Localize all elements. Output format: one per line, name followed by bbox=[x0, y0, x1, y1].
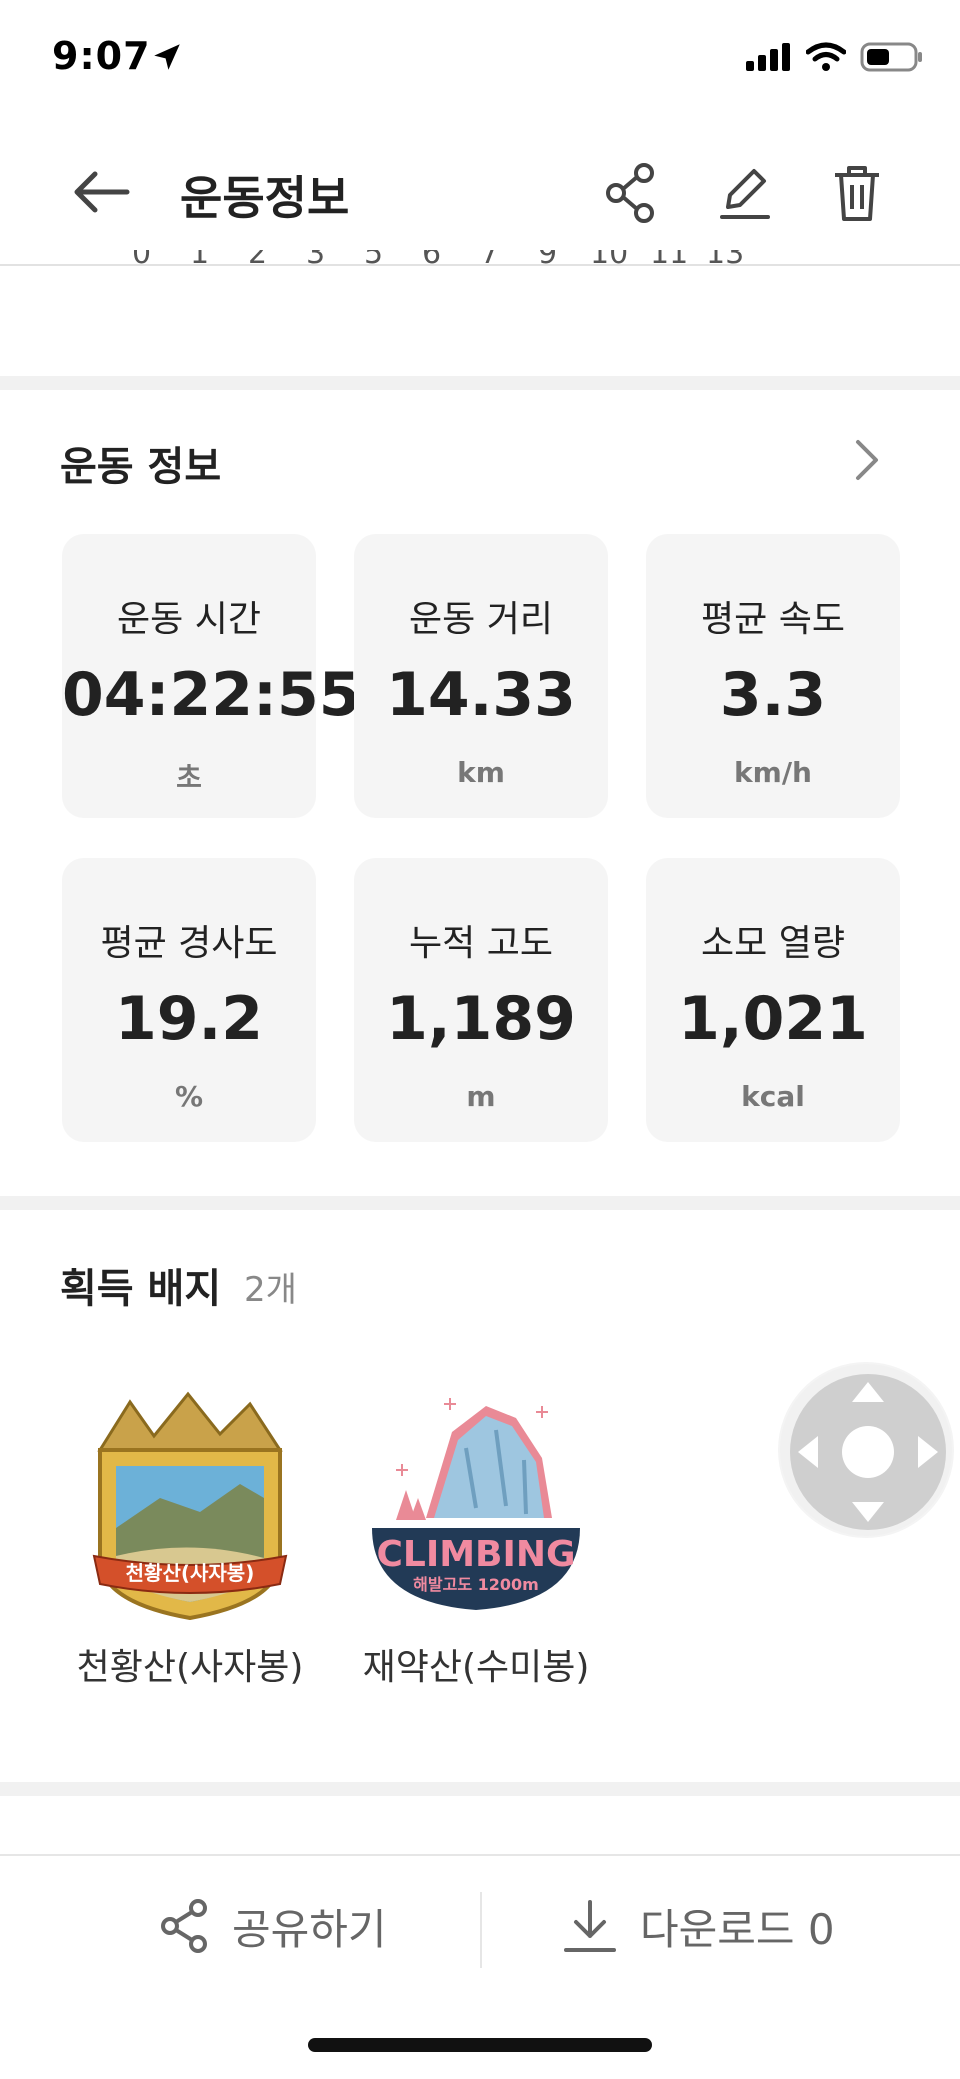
stat-label: 평균 경사도 bbox=[100, 923, 278, 964]
stat-label: 누적 고도 bbox=[409, 923, 553, 964]
badge-name: 재약산(수미봉) bbox=[362, 1647, 590, 1688]
direction-pad[interactable] bbox=[778, 1362, 954, 1538]
download-action-label: 다운로드 0 bbox=[640, 1904, 835, 1954]
stat-unit: kcal bbox=[741, 1080, 805, 1113]
stat-unit: km/h bbox=[734, 756, 812, 789]
stat-card-distance: 운동 거리 14.33 km bbox=[354, 534, 608, 818]
climbing-badge-icon: CLIMBING 해발고도 1200m bbox=[372, 1398, 580, 1610]
axis-tick: 9 bbox=[538, 250, 558, 271]
trash-icon bbox=[835, 166, 879, 221]
download-icon bbox=[564, 1900, 616, 1952]
stat-unit: % bbox=[174, 1080, 204, 1113]
stat-card-avg-speed: 평균 속도 3.3 km/h bbox=[646, 534, 900, 818]
stat-card-exercise-time: 운동 시간 04:22:55 초 bbox=[62, 534, 361, 818]
section-divider bbox=[0, 1782, 960, 1796]
share-icon bbox=[606, 163, 654, 223]
stat-value: 19.2 bbox=[114, 984, 264, 1054]
location-arrow-icon bbox=[154, 44, 180, 70]
share-action-label: 공유하기 bbox=[232, 1904, 387, 1954]
stat-unit: km bbox=[457, 756, 505, 789]
app-header: 운동정보 bbox=[0, 118, 960, 266]
pencil-icon bbox=[720, 169, 770, 219]
edit-button[interactable] bbox=[710, 158, 780, 228]
status-time: 9:07 bbox=[52, 34, 151, 78]
badges-count: 2개 bbox=[244, 1270, 297, 1310]
stat-unit: 초 bbox=[176, 761, 202, 794]
cellular-signal-icon bbox=[746, 43, 790, 71]
back-button[interactable] bbox=[66, 162, 136, 222]
axis-tick: 7 bbox=[480, 250, 500, 271]
stat-value: 3.3 bbox=[719, 660, 827, 730]
stat-card-avg-slope: 평균 경사도 19.2 % bbox=[62, 858, 316, 1142]
status-indicators bbox=[746, 42, 924, 72]
badge-ribbon-text: 천황산(사자봉) bbox=[126, 1561, 255, 1585]
status-bar: 9:07 bbox=[0, 0, 960, 118]
badge-item[interactable]: 천황산(사자봉) 천황산(사자봉) bbox=[60, 1388, 320, 1690]
delete-button[interactable] bbox=[822, 158, 892, 228]
axis-tick: 1 bbox=[190, 250, 210, 271]
badge-item[interactable]: CLIMBING 해발고도 1200m 재약산(수미봉) bbox=[346, 1388, 606, 1690]
stat-value: 1,189 bbox=[386, 984, 576, 1054]
stat-value: 04:22:55 bbox=[62, 660, 361, 730]
stat-value: 14.33 bbox=[386, 660, 576, 730]
share-icon bbox=[161, 1899, 207, 1953]
badge-name: 천황산(사자봉) bbox=[76, 1647, 304, 1688]
stat-card-calories: 소모 열량 1,021 kcal bbox=[646, 858, 900, 1142]
badge-logo-subtext: 해발고도 1200m bbox=[413, 1575, 539, 1594]
badge-logo-text: CLIMBING bbox=[376, 1534, 575, 1575]
page-title: 운동정보 bbox=[180, 171, 350, 225]
arrow-left-icon bbox=[74, 171, 130, 213]
download-action-button[interactable]: 다운로드 0 bbox=[562, 1856, 835, 1996]
section-divider bbox=[0, 376, 960, 390]
stat-unit: m bbox=[466, 1080, 496, 1113]
share-action-button[interactable]: 공유하기 bbox=[160, 1856, 387, 1996]
axis-tick: 2 bbox=[248, 250, 268, 271]
chart-x-axis-ticks: 0 1 2 3 5 6 7 9 10 11 13 bbox=[120, 250, 820, 286]
mountain-badge-icon: 천황산(사자봉) bbox=[92, 1391, 288, 1621]
direction-pad-icon bbox=[790, 1374, 946, 1530]
bottom-action-bar: 공유하기 다운로드 0 bbox=[0, 1854, 960, 1994]
stat-label: 소모 열량 bbox=[701, 923, 845, 964]
battery-icon bbox=[860, 42, 922, 72]
axis-tick: 5 bbox=[364, 250, 384, 271]
stat-label: 평균 속도 bbox=[701, 599, 845, 640]
stat-label: 운동 시간 bbox=[117, 599, 261, 640]
axis-tick: 6 bbox=[422, 250, 442, 271]
axis-tick: 3 bbox=[306, 250, 326, 271]
share-button[interactable] bbox=[596, 158, 666, 228]
exercise-info-title: 운동 정보 bbox=[60, 444, 222, 490]
stat-card-elevation-gain: 누적 고도 1,189 m bbox=[354, 858, 608, 1142]
axis-tick: 0 bbox=[132, 250, 152, 271]
stat-value: 1,021 bbox=[678, 984, 868, 1054]
axis-tick: 10 bbox=[590, 250, 629, 271]
bottom-bar-separator bbox=[480, 1892, 482, 1968]
axis-tick: 11 bbox=[650, 250, 689, 271]
wifi-icon bbox=[806, 42, 846, 71]
home-indicator[interactable] bbox=[308, 2038, 652, 2052]
axis-tick: 13 bbox=[706, 250, 745, 271]
chevron-right-icon[interactable] bbox=[846, 434, 886, 486]
badges-title: 획득 배지 bbox=[60, 1266, 222, 1312]
section-divider bbox=[0, 1196, 960, 1210]
stat-label: 운동 거리 bbox=[409, 599, 553, 640]
